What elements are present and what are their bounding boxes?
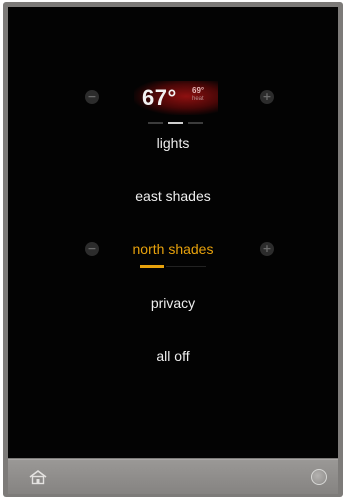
page-dot-active xyxy=(168,122,183,124)
minus-icon: − xyxy=(87,90,97,103)
selection-underline xyxy=(140,265,164,268)
selection-track xyxy=(166,266,206,267)
touch-panel-frame: − 67° 69° heat + lights east shades − no… xyxy=(3,2,343,497)
page-dot xyxy=(188,122,203,124)
page-dot xyxy=(148,122,163,124)
menu-item-privacy[interactable]: privacy xyxy=(8,295,338,311)
target-temperature: 69° xyxy=(192,86,205,95)
menu-item-all-off[interactable]: all off xyxy=(8,348,338,364)
thermostat-mode: heat xyxy=(192,96,204,102)
bottom-bar xyxy=(8,459,338,494)
plus-icon: + xyxy=(262,242,272,255)
plus-icon: + xyxy=(262,90,272,103)
menu-item-lights[interactable]: lights xyxy=(8,135,338,151)
shade-increase-button[interactable]: + xyxy=(260,242,274,256)
home-icon[interactable] xyxy=(28,469,48,485)
menu-item-east-shades[interactable]: east shades xyxy=(8,188,338,204)
current-temperature: 67° xyxy=(142,85,177,110)
touch-screen: − 67° 69° heat + lights east shades − no… xyxy=(8,7,338,458)
temp-decrease-button[interactable]: − xyxy=(85,90,99,104)
power-icon[interactable] xyxy=(311,469,327,485)
menu-item-north-shades[interactable]: north shades xyxy=(8,241,338,257)
thermostat-display[interactable]: 67° 69° heat xyxy=(134,81,218,117)
temp-increase-button[interactable]: + xyxy=(260,90,274,104)
